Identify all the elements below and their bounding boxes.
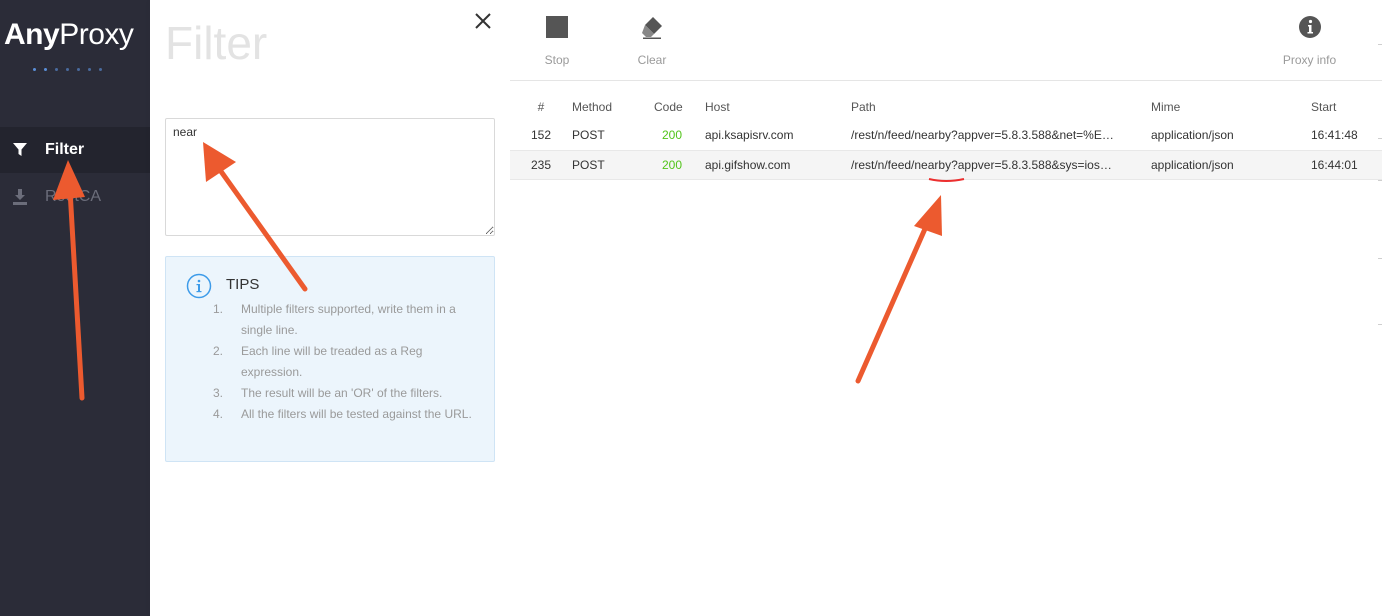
logo-text-light: Proxy: [59, 18, 134, 51]
col-code[interactable]: Code: [654, 92, 705, 121]
records-table: # Method Code Host Path Mime Start 152 P…: [510, 92, 1382, 180]
tip-item: 1. Multiple filters supported, write them…: [213, 302, 456, 337]
table-header: # Method Code Host Path Mime Start: [510, 92, 1382, 121]
cell-method: POST: [572, 128, 605, 143]
cell-id: 152: [530, 128, 552, 143]
logo-dots: [33, 68, 102, 71]
cell-start: 16:41:48: [1311, 128, 1358, 143]
close-icon[interactable]: [472, 10, 494, 32]
clear-label: Clear: [637, 53, 667, 67]
cell-mime: application/json: [1151, 157, 1234, 172]
tips-title: TIPS: [226, 276, 260, 293]
cell-id: 235: [530, 157, 552, 172]
clear-button[interactable]: Clear: [622, 14, 682, 74]
tip-item: 4. All the filters will be tested against…: [213, 407, 472, 421]
main-area: Stop Clear Proxy info # Method Code Host…: [510, 0, 1382, 616]
filter-panel: Filter near TIPS 1. Multiple filters supp…: [150, 0, 510, 616]
filter-textarea[interactable]: near: [165, 118, 495, 236]
col-mime[interactable]: Mime: [1151, 92, 1311, 121]
col-id[interactable]: #: [510, 92, 572, 121]
filter-icon: [12, 142, 28, 158]
info-icon: [1298, 14, 1322, 40]
toolbar: Stop Clear Proxy info: [510, 0, 1382, 81]
app-logo: AnyProxy: [4, 18, 134, 52]
table-row[interactable]: 152 POST 200 api.ksapisrv.com /rest/n/fe…: [510, 121, 1382, 150]
download-icon: [12, 189, 28, 205]
proxy-info-label: Proxy info: [1282, 53, 1337, 67]
eraser-icon: [640, 14, 664, 40]
tips-box: TIPS 1. Multiple filters supported, write…: [165, 256, 495, 462]
sidebar-item-filter[interactable]: Filter: [0, 127, 150, 173]
sidebar-item-label: Filter: [45, 141, 85, 158]
proxy-info-button[interactable]: Proxy info: [1262, 14, 1357, 74]
stop-label: Stop: [544, 53, 570, 67]
cell-method: POST: [572, 157, 605, 172]
table-row[interactable]: 235 POST 200 api.gifshow.com /rest/n/fee…: [510, 150, 1382, 179]
cell-mime: application/json: [1151, 128, 1234, 143]
info-circle-icon: [186, 273, 212, 299]
cell-path: /rest/n/feed/nearby?appver=5.8.3.588&net…: [851, 128, 1114, 143]
cell-host: api.ksapisrv.com: [705, 128, 794, 143]
col-path[interactable]: Path: [851, 92, 1151, 121]
col-start[interactable]: Start: [1311, 92, 1382, 121]
scrollbar-edge: [1378, 40, 1382, 360]
stop-button[interactable]: Stop: [527, 14, 587, 74]
stop-icon: [545, 14, 569, 40]
cell-code: 200: [661, 128, 682, 143]
path-match-highlight: nearby: [914, 157, 952, 172]
col-method[interactable]: Method: [572, 92, 654, 121]
cell-start: 16:44:01: [1311, 157, 1358, 172]
sidebar-item-rootca[interactable]: RootCA: [0, 174, 150, 220]
sidebar: AnyProxy Filter RootCA: [0, 0, 150, 616]
col-host[interactable]: Host: [705, 92, 851, 121]
sidebar-item-label: RootCA: [45, 188, 102, 205]
cell-path: /rest/n/feed/nearby?appver=5.8.3.588&sys…: [851, 157, 1112, 172]
logo-text-bold: Any: [4, 18, 60, 51]
tip-item: 2. Each line will be treaded as a Reg exp…: [213, 344, 423, 379]
cell-host: api.gifshow.com: [705, 157, 791, 172]
cell-code: 200: [661, 157, 682, 172]
tip-item: 3. The result will be an 'OR' of the filt…: [213, 386, 443, 400]
panel-title: Filter: [165, 17, 268, 69]
tips-list: 1. Multiple filters supported, write them…: [211, 299, 481, 425]
